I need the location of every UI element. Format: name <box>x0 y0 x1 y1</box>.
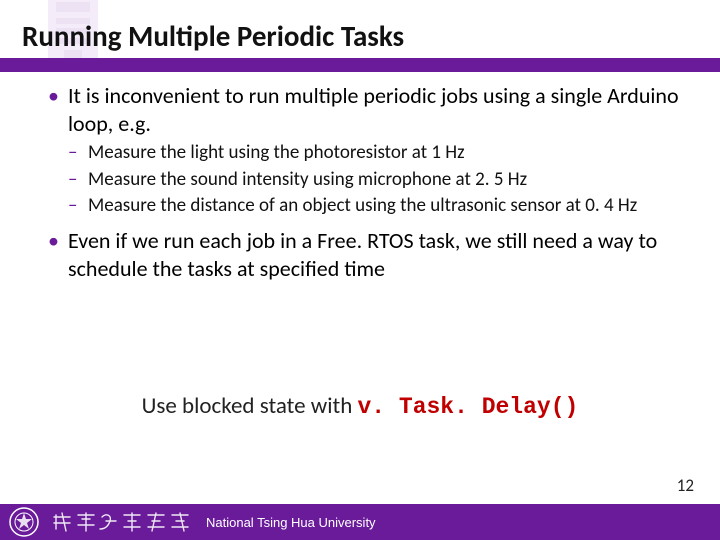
bullet-item: Even if we run each job in a Free. RTOS … <box>48 227 688 282</box>
sub-bullet-item: Measure the distance of an object using … <box>68 194 688 219</box>
university-seal-icon <box>6 504 42 540</box>
bullet-list: It is inconvenient to run multiple perio… <box>48 82 688 282</box>
page-number: 12 <box>677 475 694 496</box>
sub-bullet-text: Measure the sound intensity using microp… <box>88 168 527 191</box>
footer-bar: National Tsing Hua University <box>0 504 720 540</box>
callout-prefix: Use blocked state with <box>142 392 358 420</box>
slide-content: It is inconvenient to run multiple perio… <box>48 82 688 288</box>
sub-bullet-text: Measure the distance of an object using … <box>88 194 637 217</box>
title-underline-bar <box>0 58 720 72</box>
bullet-text: Even if we run each job in a Free. RTOS … <box>68 227 657 282</box>
callout-line: Use blocked state with v. Task. Delay() <box>0 392 720 420</box>
university-calligraphy-icon <box>52 510 192 534</box>
sub-bullet-item: Measure the sound intensity using microp… <box>68 168 688 193</box>
sub-bullet-text: Measure the light using the photoresisto… <box>88 141 465 164</box>
callout-code: v. Task. Delay() <box>357 394 578 420</box>
bullet-text: It is inconvenient to run multiple perio… <box>68 82 679 137</box>
slide: Running Multiple Periodic Tasks It is in… <box>0 0 720 540</box>
sub-bullet-item: Measure the light using the photoresisto… <box>68 141 688 166</box>
bullet-item: It is inconvenient to run multiple perio… <box>48 82 688 219</box>
sub-bullet-list: Measure the light using the photoresisto… <box>68 141 688 219</box>
footer-university-name: National Tsing Hua University <box>206 515 376 530</box>
slide-title: Running Multiple Periodic Tasks <box>22 18 404 54</box>
